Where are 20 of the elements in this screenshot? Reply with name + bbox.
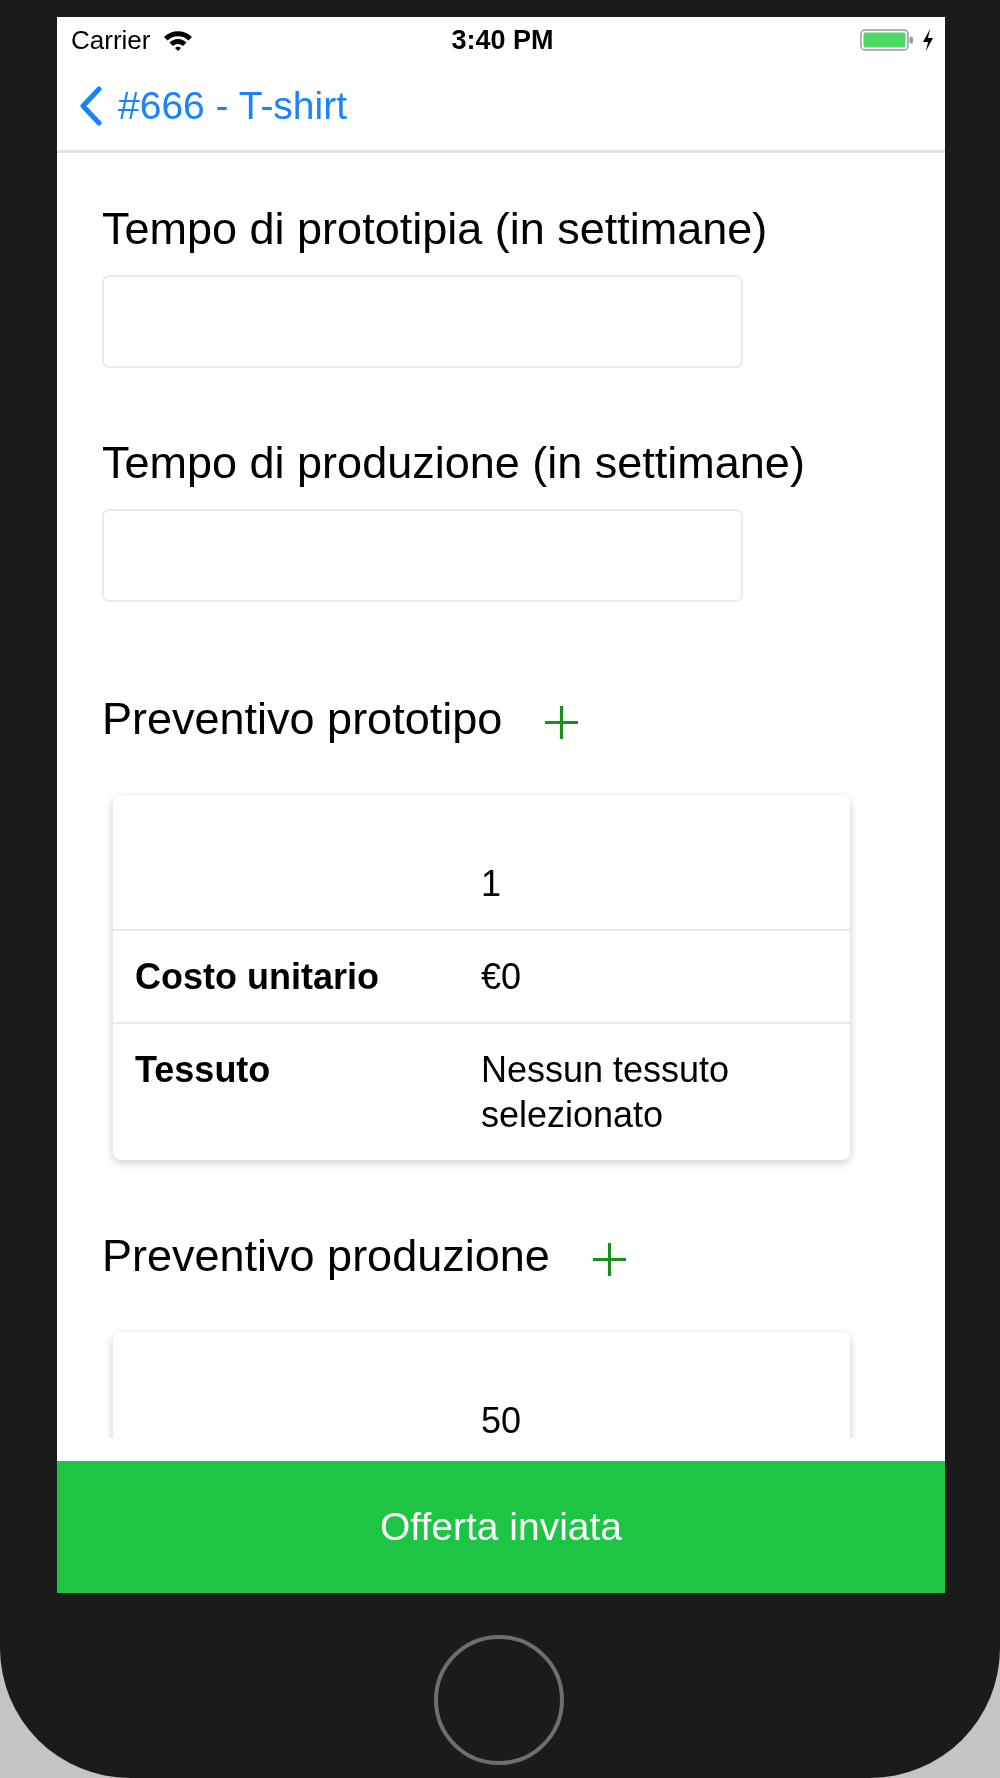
carrier-name: Carrier [71, 24, 151, 55]
home-button[interactable] [434, 1635, 564, 1765]
battery-icon [860, 28, 914, 51]
section-title: Preventivo produzione [102, 1230, 550, 1282]
chevron-left-icon [78, 86, 103, 126]
row-label: Tessuto [135, 1049, 271, 1090]
plus-icon [544, 704, 580, 740]
row-value: €0 [481, 956, 522, 997]
status-time: 3:40 PM [451, 24, 554, 55]
row-value: 50 [481, 1400, 522, 1438]
field-label: Tempo di prototipia (in settimane) [102, 203, 768, 255]
row-label: Costo unitario [135, 956, 379, 997]
back-button[interactable]: #666 - T-shirt [78, 83, 348, 129]
section-title: Preventivo prototipo [102, 693, 503, 745]
action-button[interactable]: Offerta inviata [57, 1461, 945, 1593]
row-value: Nessun tessuto selezionato [481, 1049, 730, 1135]
field-label: Tempo di produzione (in settimane) [102, 437, 805, 489]
wifi-icon [163, 28, 194, 51]
row-value: 1 [481, 863, 502, 904]
plus-icon [591, 1241, 627, 1277]
